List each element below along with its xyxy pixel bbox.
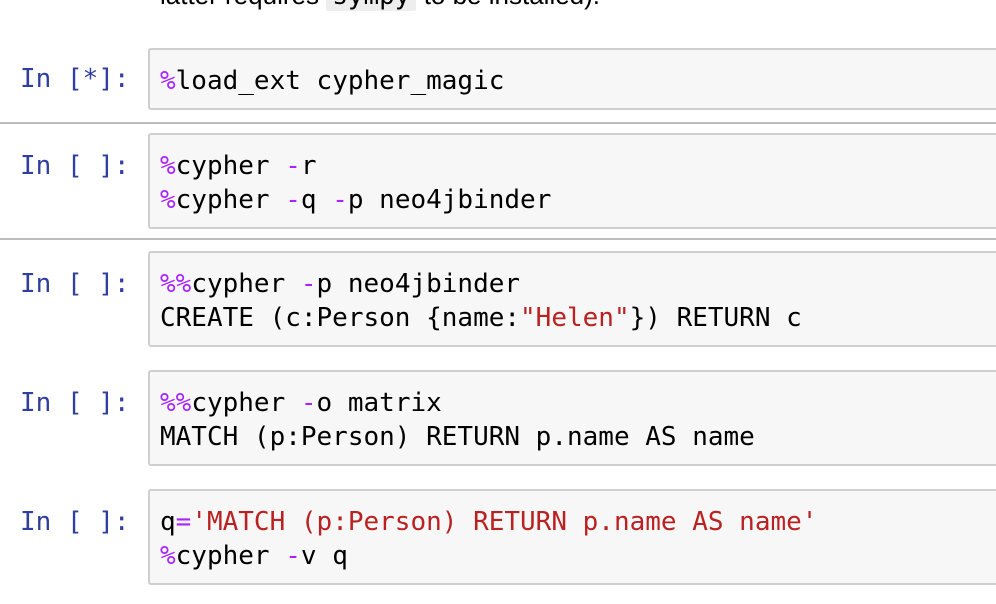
code-text: q <box>300 185 333 215</box>
code-input-area[interactable]: %load_ext cypher_magic <box>148 48 996 110</box>
code-text: p neo4jbinder <box>347 185 552 215</box>
code-text: cypher <box>175 151 286 181</box>
flag-dash: - <box>285 151 301 181</box>
code-text: CREATE (c:Person {name: <box>160 303 521 333</box>
flag-dash: - <box>300 388 317 418</box>
code-cell[interactable]: In [*]: %load_ext cypher_magic <box>0 48 996 112</box>
string-literal: 'MATCH (p:Person) RETURN p.name AS name' <box>191 507 818 537</box>
code-text: load_ext cypher_magic <box>175 66 505 96</box>
code-text: p neo4jbinder <box>316 269 521 299</box>
code-line: CREATE (c:Person {name:"Helen"}) RETURN … <box>160 301 802 335</box>
code-input-area[interactable]: %cypher -r %cypher -q -p neo4jbinder <box>148 133 996 229</box>
code-input-area[interactable]: q='MATCH (p:Person) RETURN p.name AS nam… <box>148 489 996 585</box>
magic-prefix: % <box>160 185 176 215</box>
magic-prefix: % <box>160 151 176 181</box>
code-text: r <box>300 151 317 181</box>
code-text: cypher <box>191 269 301 299</box>
magic-prefix: %% <box>160 269 192 299</box>
magic-prefix: % <box>160 66 176 96</box>
code-line: MATCH (p:Person) RETURN p.name AS name <box>160 420 755 454</box>
code-text: MATCH (p:Person) RETURN p.name AS name <box>160 422 755 452</box>
string-literal: "Helen" <box>520 303 630 333</box>
code-cell[interactable]: In [ ]: %%cypher -o matrix MATCH (p:Pers… <box>0 370 996 466</box>
magic-prefix: %% <box>160 388 192 418</box>
flag-dash: - <box>285 185 301 215</box>
flag-dash: - <box>285 541 301 571</box>
cell-separator <box>0 122 996 124</box>
cell-prompt: In [ ]: <box>20 507 130 537</box>
magic-prefix: % <box>160 541 176 571</box>
code-line: %cypher -q -p neo4jbinder <box>160 183 551 217</box>
code-text: v q <box>300 541 348 571</box>
inline-code: sympy <box>326 0 417 11</box>
cell-separator <box>0 238 996 240</box>
code-text: }) RETURN c <box>629 303 802 333</box>
markdown-text-after: to be installed). <box>416 0 600 10</box>
cell-prompt: In [ ]: <box>20 269 130 299</box>
code-cell[interactable]: In [ ]: %cypher -r %cypher -q -p neo4jbi… <box>0 133 996 229</box>
code-line: %%cypher -o matrix <box>160 386 442 420</box>
flag-dash: - <box>300 269 317 299</box>
code-cell[interactable]: In [ ]: q='MATCH (p:Person) RETURN p.nam… <box>0 489 996 585</box>
code-line: %cypher -v q <box>160 539 348 573</box>
assign-operator: = <box>175 507 192 537</box>
code-line: %%cypher -p neo4jbinder <box>160 267 520 301</box>
code-text: cypher <box>191 388 301 418</box>
code-text: cypher <box>175 541 286 571</box>
cell-prompt: In [ ]: <box>20 151 130 181</box>
code-input-area[interactable]: %%cypher -o matrix MATCH (p:Person) RETU… <box>148 370 996 466</box>
markdown-text-fragment: latter requires sympy to be installed). <box>160 0 600 11</box>
code-text: q <box>160 507 176 537</box>
code-text: cypher <box>175 185 286 215</box>
code-line: %load_ext cypher_magic <box>160 64 504 98</box>
code-line: q='MATCH (p:Person) RETURN p.name AS nam… <box>160 505 817 539</box>
code-cell[interactable]: In [ ]: %%cypher -p neo4jbinder CREATE (… <box>0 251 996 347</box>
code-line: %cypher -r <box>160 149 317 183</box>
markdown-text-before: latter requires <box>160 0 326 10</box>
code-input-area[interactable]: %%cypher -p neo4jbinder CREATE (c:Person… <box>148 251 996 347</box>
flag-dash: - <box>332 185 348 215</box>
cell-prompt: In [ ]: <box>20 388 130 418</box>
cell-prompt: In [*]: <box>20 64 130 94</box>
code-text: o matrix <box>316 388 442 418</box>
